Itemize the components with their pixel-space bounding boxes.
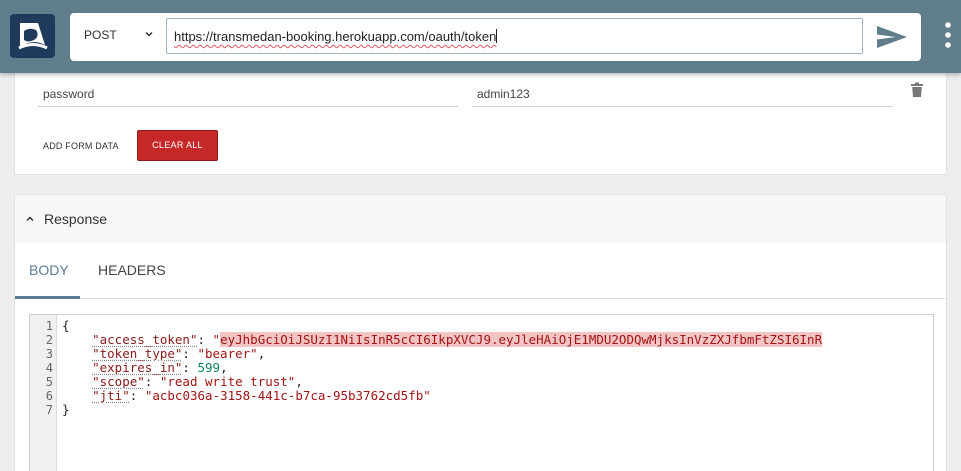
json-value: 599 <box>197 360 221 375</box>
form-data-card: password admin123 ADD FORM DATA CLEAR AL… <box>14 63 947 175</box>
code-line: "token_type": "bearer", <box>92 346 266 361</box>
text-caret <box>496 29 498 43</box>
chevron-up-icon[interactable] <box>24 213 36 225</box>
request-bar: POST https://transmedan-booking.herokuap… <box>70 13 921 61</box>
line-number: 2 <box>45 333 53 347</box>
code-line: } <box>62 402 70 417</box>
response-title: Response <box>44 211 108 227</box>
response-header[interactable]: Response <box>15 195 946 243</box>
add-form-data-button[interactable]: ADD FORM DATA <box>43 141 119 151</box>
form-key-field[interactable]: password <box>38 79 458 107</box>
code-line: "jti": "acbc036a-3158-441c-b7ca-95b3762c… <box>92 388 431 403</box>
form-value-field[interactable]: admin123 <box>472 79 893 107</box>
more-vert-icon[interactable] <box>942 21 954 51</box>
tab-body[interactable]: BODY <box>29 262 69 278</box>
json-key: "access_token" <box>92 332 198 347</box>
json-value-access-token: eyJhbGciOiJSUzI1NiIsInR5cCI6IkpXVCJ9.eyJ… <box>220 332 823 347</box>
line-number: 7 <box>45 403 53 417</box>
line-number: 5 <box>45 375 53 389</box>
code-line: { <box>62 318 70 333</box>
form-key-value: password <box>43 87 95 101</box>
clear-all-button[interactable]: CLEAR ALL <box>137 130 218 161</box>
json-value: "acbc036a-3158-441c-b7ca-95b3762cd5fb" <box>144 388 431 403</box>
app-logo-icon[interactable] <box>10 14 55 58</box>
json-brace: } <box>62 402 70 417</box>
send-icon[interactable] <box>874 22 910 52</box>
active-tab-indicator <box>15 296 80 299</box>
json-key: "scope" <box>92 374 145 389</box>
url-input[interactable]: https://transmedan-booking.herokuapp.com… <box>166 18 863 54</box>
json-key: "jti" <box>92 388 130 403</box>
json-brace: { <box>62 318 70 333</box>
top-bar: POST https://transmedan-booking.herokuap… <box>0 0 961 73</box>
method-select[interactable]: POST <box>84 28 117 42</box>
trash-icon[interactable] <box>910 82 924 98</box>
form-value-value: admin123 <box>477 87 530 101</box>
json-value: "bearer" <box>197 346 258 361</box>
json-value: "read write trust" <box>159 374 296 389</box>
code-line: "scope": "read write trust", <box>92 374 303 389</box>
line-number-gutter: 1 2 3 4 5 6 7 <box>30 315 57 471</box>
line-number: 4 <box>45 361 53 375</box>
chevron-down-icon[interactable] <box>143 28 155 40</box>
json-key: "token_type" <box>92 346 183 361</box>
response-card: Response BODY HEADERS 1 2 3 4 5 6 7 { "a… <box>14 194 947 471</box>
response-body-editor[interactable]: 1 2 3 4 5 6 7 { "access_token": "eyJhbGc… <box>29 314 934 471</box>
response-tabs: BODY HEADERS <box>15 243 946 299</box>
code-line: "expires_in": 599, <box>92 360 228 375</box>
line-number: 1 <box>45 319 53 333</box>
line-number: 6 <box>45 389 53 403</box>
code-line: "access_token": "eyJhbGciOiJSUzI1NiIsInR… <box>92 332 823 347</box>
json-key: "expires_in" <box>92 360 183 375</box>
tab-headers[interactable]: HEADERS <box>98 262 166 278</box>
line-number: 3 <box>45 347 53 361</box>
url-text: https://transmedan-booking.herokuapp.com… <box>174 29 498 44</box>
